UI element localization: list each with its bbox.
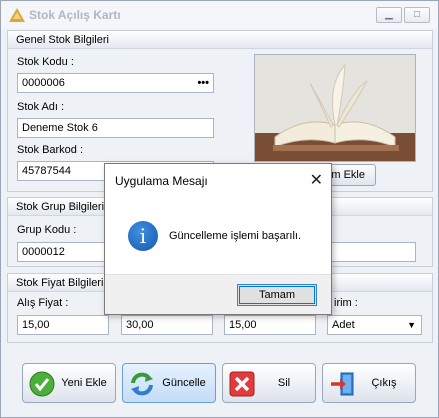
add-image-label: m Ekle: [331, 169, 365, 181]
buy-price-field[interactable]: 15,00: [17, 315, 109, 335]
stock-code-field[interactable]: 0000006 •••: [17, 73, 214, 93]
tax-price-value: 15,00: [229, 319, 257, 331]
group-name-field[interactable]: [326, 242, 416, 262]
message-dialog: Uygulama Mesajı ✕ i Güncelleme işlemi ba…: [104, 163, 332, 315]
general-info-header: Genel Stok Bilgileri: [8, 31, 432, 49]
checkmark-icon: [29, 371, 55, 397]
update-button[interactable]: Güncelle: [122, 363, 216, 403]
info-icon: i: [128, 221, 158, 251]
maximize-icon: □: [413, 9, 421, 20]
group-code-field[interactable]: 0000012: [17, 242, 107, 262]
refresh-icon: [131, 372, 153, 396]
dialog-close-icon[interactable]: ✕: [310, 170, 323, 190]
group-code-value: 0000012: [22, 246, 65, 258]
exit-button[interactable]: Çıkış: [322, 363, 416, 403]
maximize-button[interactable]: □: [404, 7, 430, 23]
stock-barcode-value: 45787544: [22, 165, 71, 177]
dialog-message: Güncelleme işlemi başarılı.: [169, 230, 302, 242]
stock-name-label: Stok Adı :: [17, 101, 65, 113]
stock-card-window: Stok Açılış Kartı ▁ □ Genel Stok Bilgile…: [0, 0, 439, 418]
stock-name-value: Deneme Stok 6: [22, 122, 98, 134]
stock-code-label: Stok Kodu :: [17, 56, 74, 68]
dialog-footer: Tamam: [105, 274, 331, 314]
ellipsis-icon[interactable]: •••: [197, 74, 209, 92]
app-logo-icon: [9, 8, 25, 22]
new-button[interactable]: Yeni Ekle: [22, 363, 116, 403]
new-button-label: Yeni Ekle: [61, 377, 107, 389]
unit-label: irim :: [334, 297, 358, 309]
tax-price-field[interactable]: 15,00: [224, 315, 316, 335]
buy-price-label: Alış Fiyat :: [17, 297, 69, 309]
chevron-down-icon: ▼: [407, 320, 416, 330]
unit-select[interactable]: Adet ▼: [327, 315, 422, 335]
group-code-label: Grup Kodu :: [17, 224, 77, 236]
stock-photo: [254, 54, 416, 162]
unit-value: Adet: [332, 319, 355, 331]
exit-door-icon: [331, 372, 354, 396]
delete-button-label: Sil: [277, 377, 291, 389]
stock-code-value: 0000006: [22, 77, 65, 89]
minimize-button[interactable]: ▁: [376, 7, 402, 23]
buy-price-value: 15,00: [22, 319, 50, 331]
stock-name-field[interactable]: Deneme Stok 6: [17, 118, 214, 138]
title-bar: Stok Açılış Kartı ▁ □: [1, 1, 438, 29]
delete-button[interactable]: Sil: [222, 363, 316, 403]
sell-price-field[interactable]: 30,00: [121, 315, 213, 335]
delete-icon: [229, 371, 255, 397]
stock-barcode-label: Stok Barkod :: [17, 144, 84, 156]
dialog-title: Uygulama Mesajı: [115, 174, 208, 188]
ok-button[interactable]: Tamam: [237, 284, 317, 306]
minimize-icon: ▁: [385, 9, 393, 20]
update-button-label: Güncelle: [162, 377, 206, 389]
open-book-image: [255, 55, 415, 161]
window-title: Stok Açılış Kartı: [29, 8, 121, 22]
sell-price-value: 30,00: [126, 319, 154, 331]
exit-button-label: Çıkış: [371, 377, 397, 389]
